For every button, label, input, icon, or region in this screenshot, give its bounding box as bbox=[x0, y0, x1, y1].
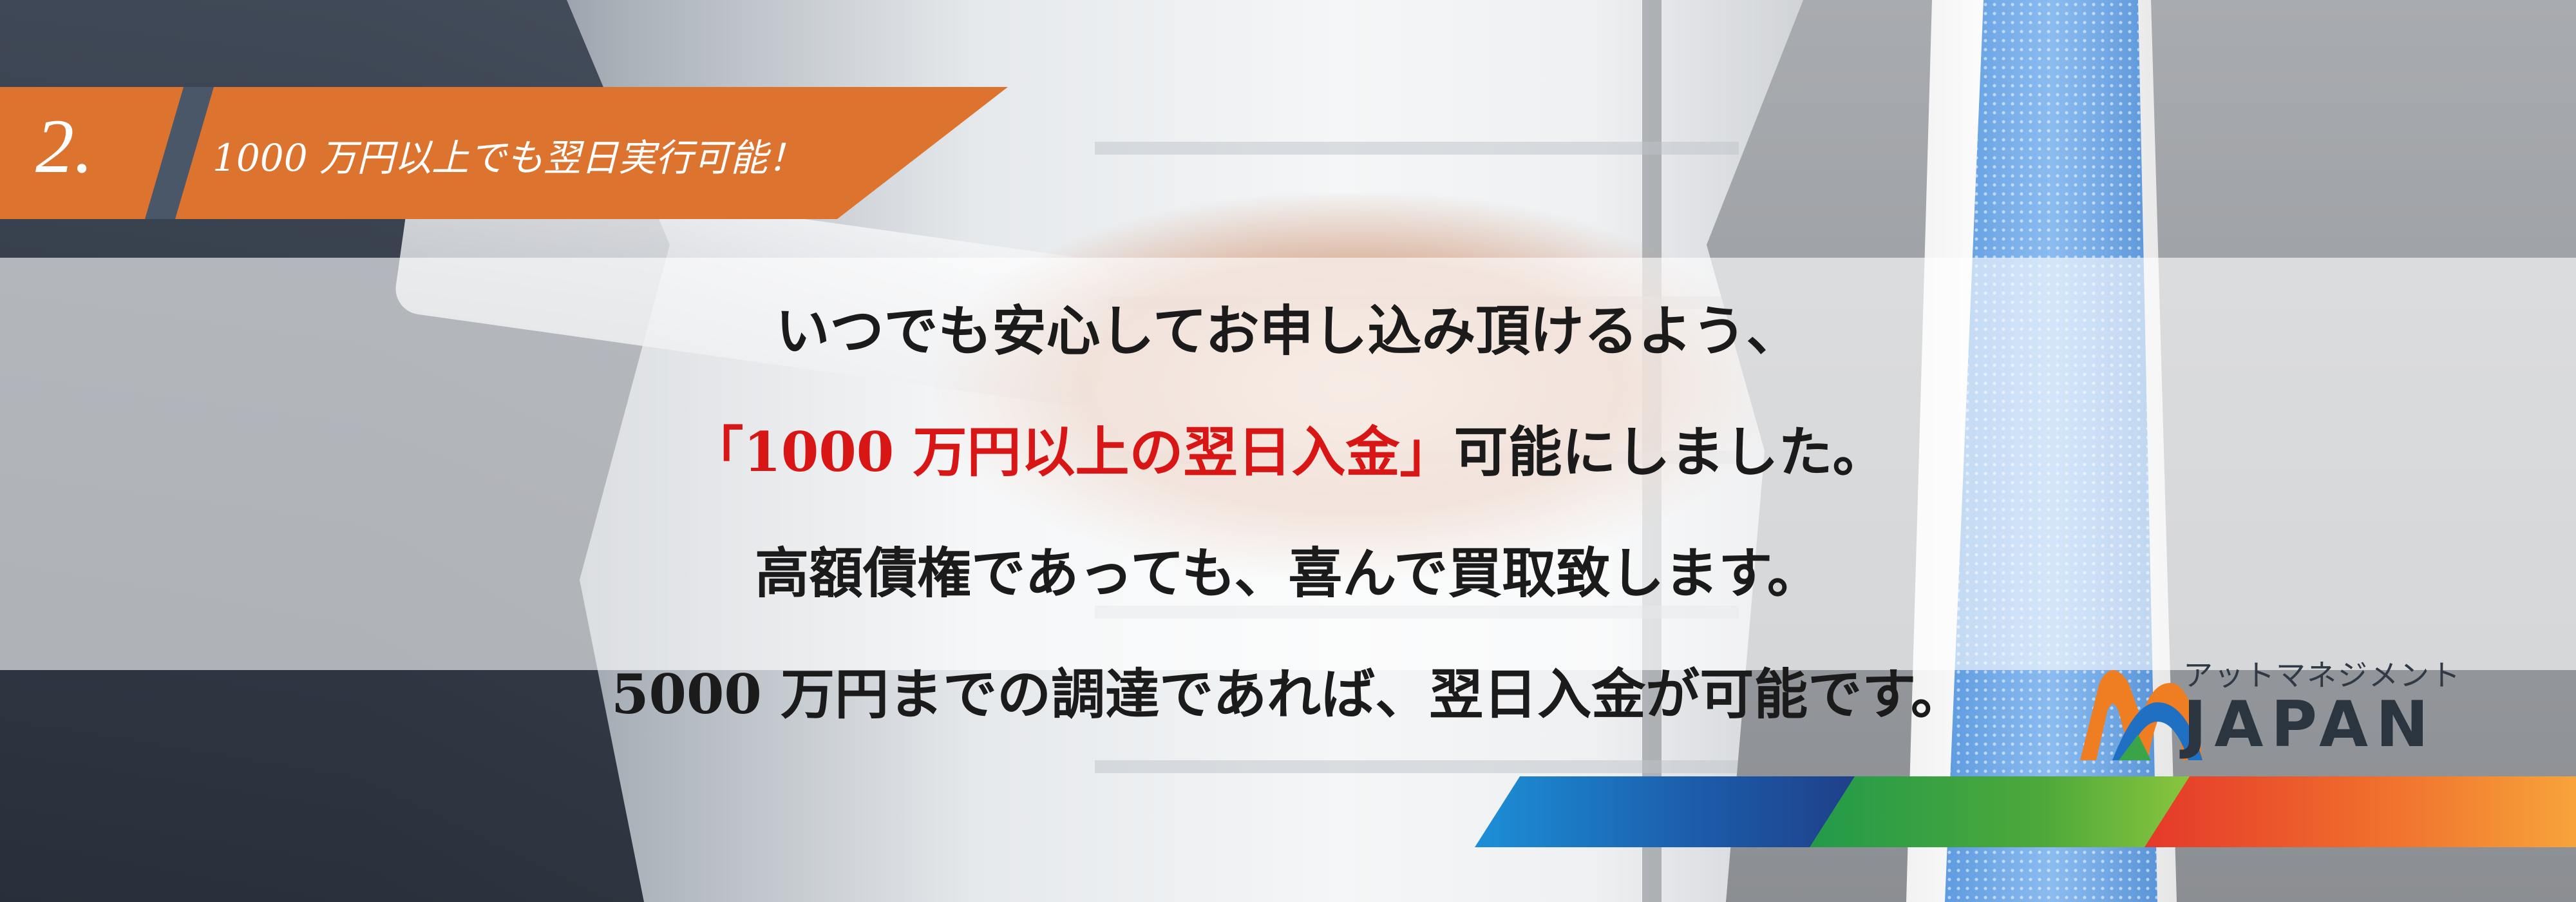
point-headline: 1000 万円以上でも翌日実行可能！ bbox=[213, 136, 806, 180]
accent-bar-orange bbox=[2145, 776, 2576, 847]
company-logo: アットマネジメント JAPAN bbox=[2074, 651, 2473, 767]
message-line-2-rest: 可能にしました。 bbox=[1454, 420, 1887, 484]
message-highlight: 「1000 万円以上の翌日入金」 bbox=[689, 420, 1454, 484]
message-line-2: 「1000 万円以上の翌日入金」可能にしました。 bbox=[0, 392, 2576, 513]
point-number: 2. bbox=[35, 103, 93, 189]
accent-bar-blue bbox=[1475, 776, 1861, 847]
accent-bar-green bbox=[1810, 776, 2196, 847]
message-line-1: いつでも安心してお申し込み頂けるよう、 bbox=[775, 299, 1801, 363]
logo-wordmark: JAPAN bbox=[2183, 688, 2436, 762]
message-line-3: 高額債権であっても、喜んで買取致します。 bbox=[755, 541, 1821, 605]
